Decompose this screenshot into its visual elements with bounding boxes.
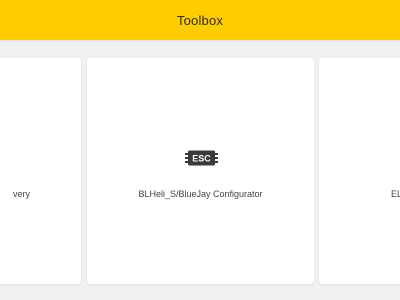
toolbox-app: Toolbox very ESC BLHeli_S/BlueJay Config… [0,0,400,300]
esc-chip-icon: ESC [185,150,218,166]
tool-card-label: BLHeli_S/BlueJay Configurator [138,189,263,199]
tool-card-blheli-configurator[interactable]: ESC BLHeli_S/BlueJay Configurator [87,58,314,284]
tool-card-right-partial[interactable]: EL [319,58,400,284]
tool-card-label: very [13,189,31,199]
tool-card-label: EL [391,189,400,199]
esc-chip-text: ESC [192,154,211,164]
tool-card-left-partial[interactable]: very [0,58,81,284]
tool-cards-row: very ESC BLHeli_S/BlueJay Configurator E… [0,0,400,300]
